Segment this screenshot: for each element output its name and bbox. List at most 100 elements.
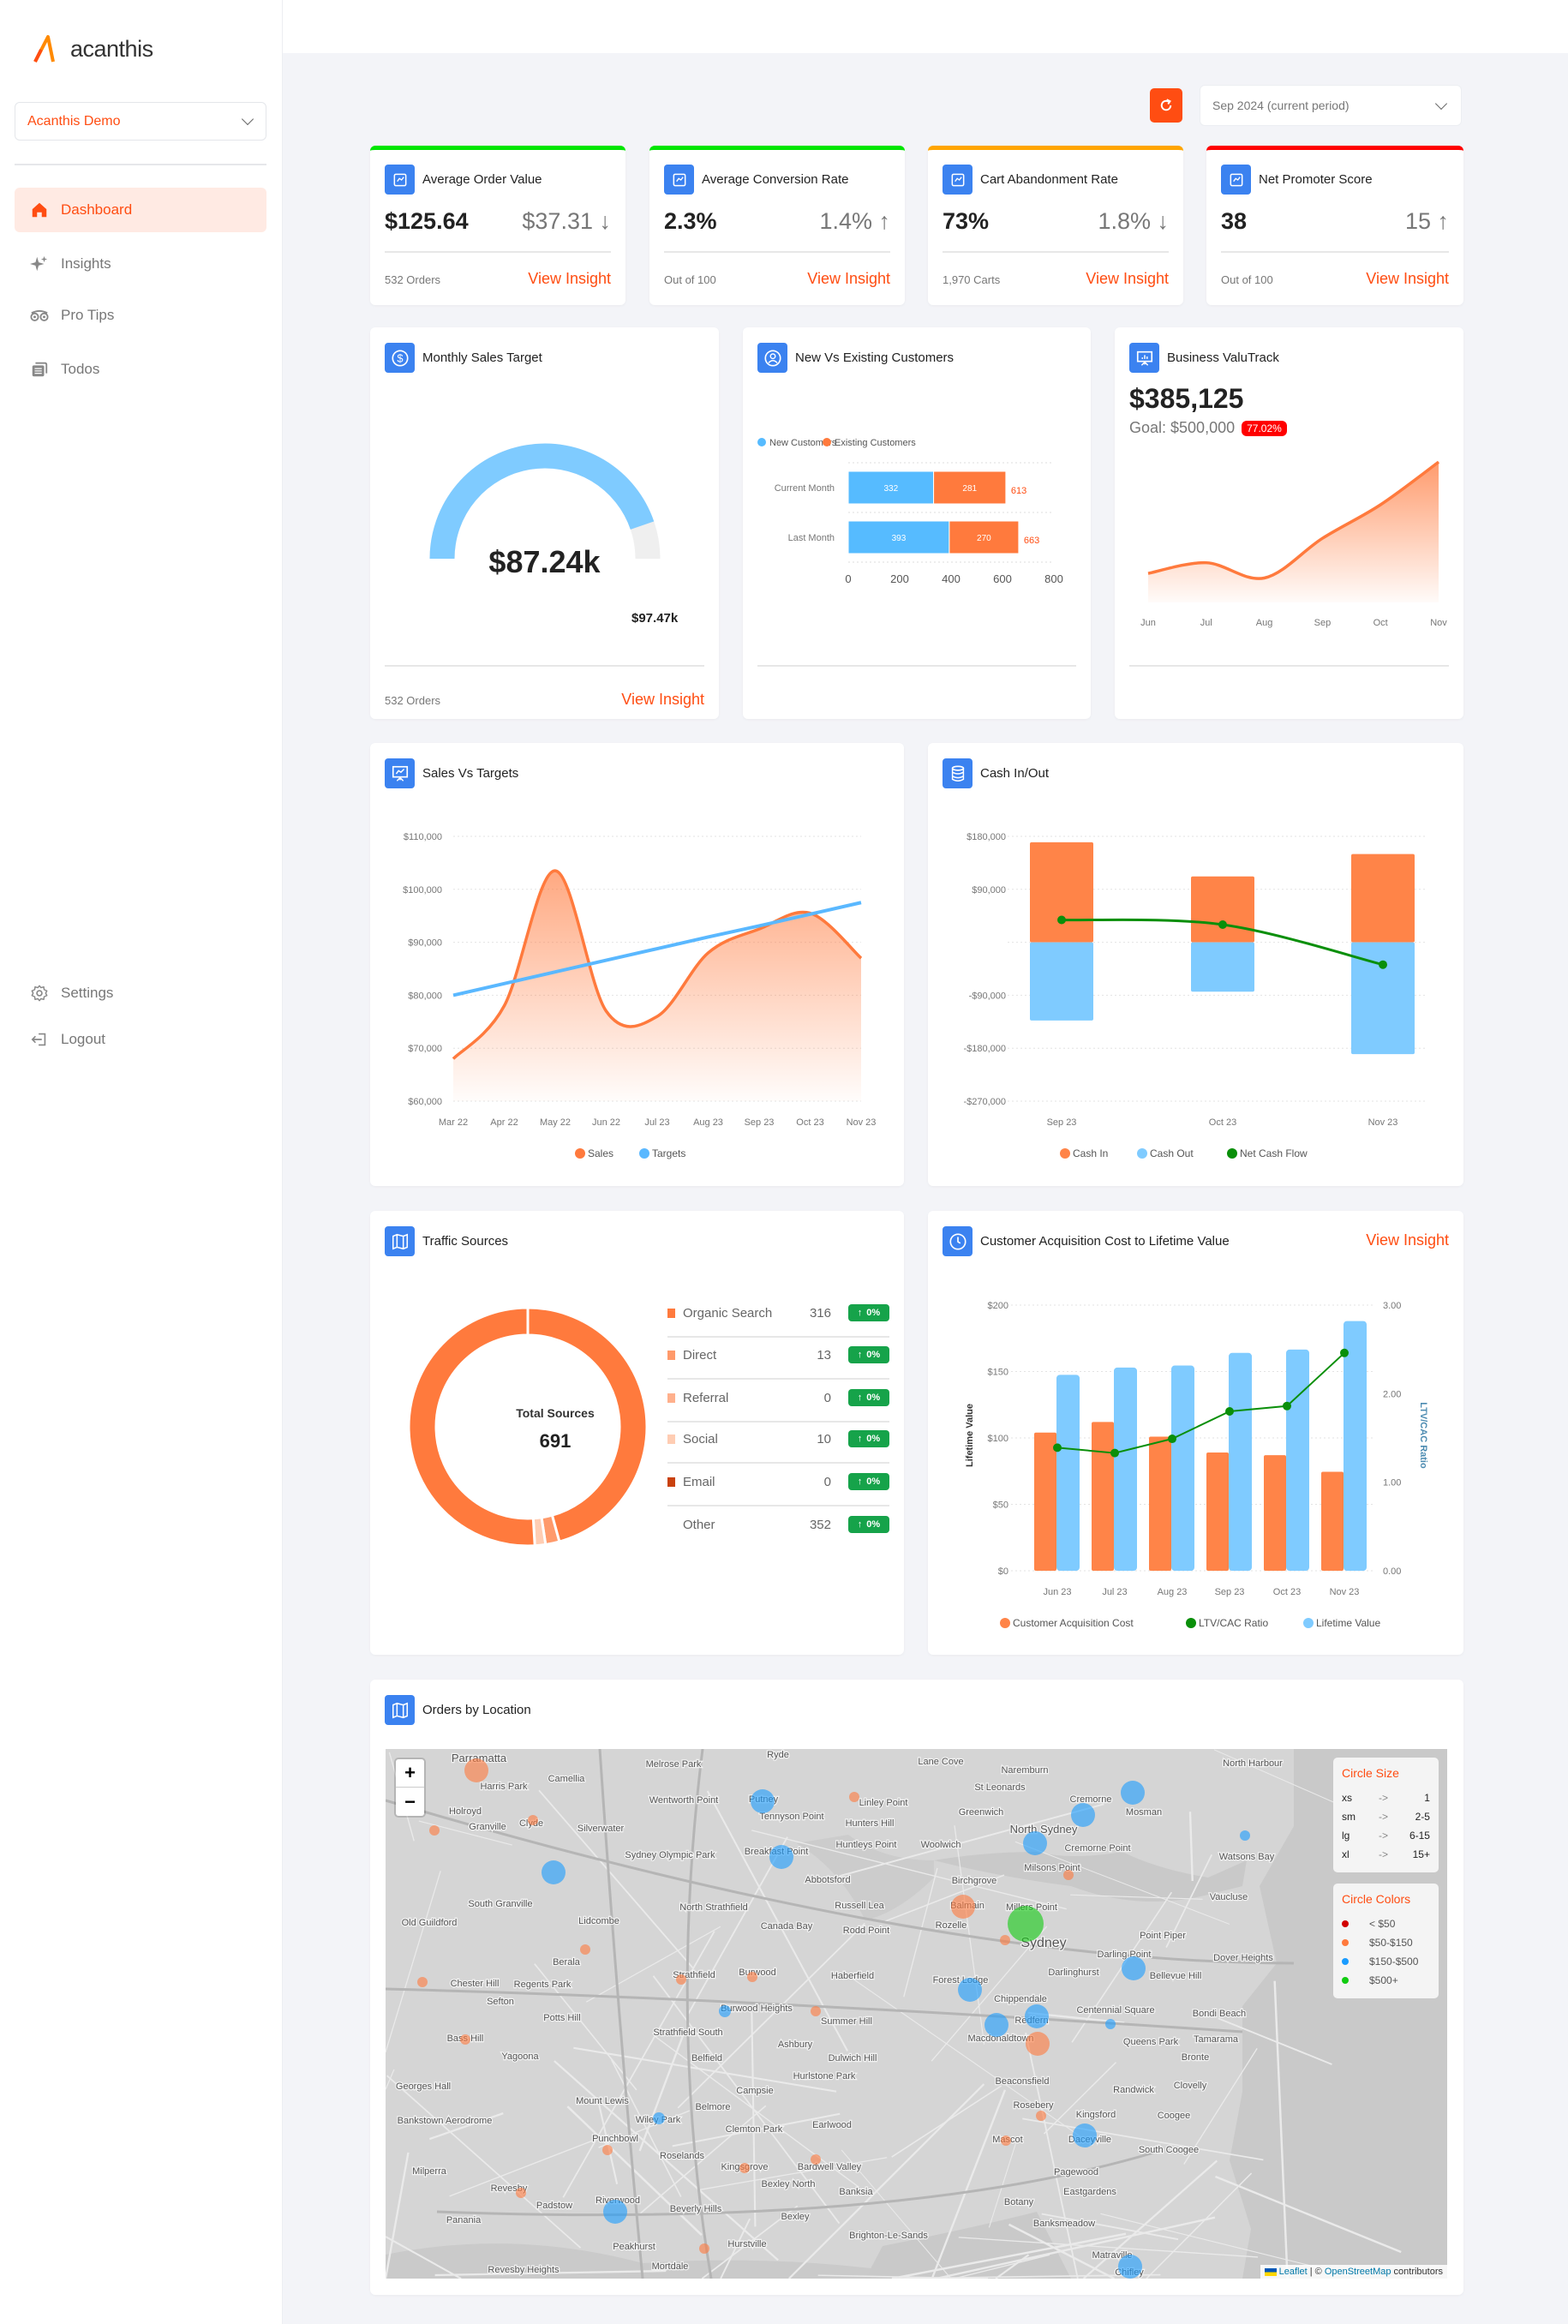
logo[interactable]: acanthis	[33, 34, 153, 63]
road	[1043, 2062, 1117, 2135]
x-tick-label: Nov 23	[1368, 1117, 1398, 1128]
order-marker[interactable]	[1036, 2111, 1046, 2121]
kpi-card: Average Conversion Rate 2.3% 1.4% ↑ Out …	[649, 146, 905, 305]
kpi-change-value: $37.31	[522, 208, 593, 234]
sidebar-item-label: Todos	[61, 361, 100, 377]
order-marker[interactable]	[1122, 1956, 1146, 1980]
order-marker[interactable]	[1118, 2255, 1142, 2279]
order-marker[interactable]	[676, 1974, 686, 1985]
ratio-point	[1110, 1448, 1119, 1458]
x-tick-label: Nov 23	[847, 1117, 877, 1128]
workspace-select[interactable]: Acanthis Demo	[15, 102, 266, 141]
legend-dot	[823, 438, 831, 446]
order-marker[interactable]	[602, 2145, 613, 2155]
traffic-source-row: Direct 13 ↑ 0%	[667, 1342, 889, 1368]
order-marker[interactable]	[747, 1972, 757, 1982]
order-marker[interactable]	[528, 1815, 538, 1825]
cash-in-bar	[1030, 842, 1093, 943]
sidebar-item-pro-tips[interactable]: Pro Tips	[15, 293, 266, 338]
source-value: 352	[809, 1517, 831, 1532]
card-divider	[757, 665, 1076, 667]
zoom-in-button[interactable]: +	[396, 1759, 424, 1788]
map-place-label: Chester Hill	[451, 1979, 500, 1989]
order-marker[interactable]	[1026, 2032, 1050, 2056]
order-marker[interactable]	[653, 2112, 665, 2124]
order-marker[interactable]	[811, 2006, 821, 2016]
order-marker[interactable]	[1023, 1831, 1047, 1855]
order-marker[interactable]	[719, 2005, 731, 2017]
sidebar-item-insights[interactable]: Insights	[15, 242, 266, 286]
sidebar-item-logout[interactable]: Logout	[15, 1017, 266, 1062]
order-marker[interactable]	[464, 1758, 488, 1782]
orders-map[interactable]: Parramatta Harris Park Camellia Melrose Par…	[386, 1749, 1447, 2279]
change-value: 0%	[866, 1308, 881, 1318]
zoom-out-button[interactable]: −	[396, 1788, 424, 1816]
map-place-label: Eastgardens	[1063, 2187, 1116, 2197]
sidebar-item-label: Logout	[61, 1031, 105, 1047]
order-marker[interactable]	[542, 1860, 566, 1884]
order-marker[interactable]	[429, 1825, 440, 1836]
card-divider	[1221, 251, 1449, 253]
osm-link[interactable]: OpenStreetMap	[1325, 2267, 1391, 2277]
order-marker[interactable]	[1071, 1803, 1095, 1827]
order-marker[interactable]	[1121, 1781, 1145, 1805]
order-marker[interactable]	[1063, 1870, 1074, 1880]
map-place-label: Padstow	[536, 2201, 572, 2211]
map-place-label: Pagewood	[1054, 2167, 1098, 2177]
refresh-icon	[1160, 99, 1172, 111]
view-insight-link[interactable]: View Insight	[621, 691, 704, 709]
refresh-button[interactable]	[1150, 88, 1182, 123]
order-marker[interactable]	[1240, 1830, 1250, 1841]
view-insight-link[interactable]: View Insight	[528, 270, 611, 288]
sidebar-item-settings[interactable]: Settings	[15, 971, 266, 1015]
ltv-bar	[1344, 1321, 1367, 1571]
order-marker[interactable]	[1001, 2135, 1011, 2146]
order-marker[interactable]	[1008, 1906, 1044, 1942]
view-insight-link[interactable]: View Insight	[1086, 270, 1169, 288]
leaflet-link[interactable]: Leaflet	[1279, 2267, 1308, 2277]
arrow-up-icon: ↑	[857, 1434, 863, 1444]
sidebar-item-todos[interactable]: Todos	[15, 347, 266, 392]
cac-ltv-chart: $0 $50 $100 $150 $200 0.00 1.00 2.00 3.00 Lifetim…	[965, 1301, 1428, 1629]
chevron-down-icon	[1434, 97, 1448, 110]
order-marker[interactable]	[984, 2013, 1008, 2037]
cash-in-bar	[1191, 876, 1254, 943]
order-marker[interactable]	[516, 2188, 526, 2198]
order-marker[interactable]	[460, 2034, 470, 2045]
road	[449, 2134, 609, 2197]
order-marker[interactable]	[1000, 1935, 1010, 1945]
trend-icon	[1221, 165, 1251, 195]
order-marker[interactable]	[699, 2243, 709, 2254]
order-marker[interactable]	[417, 1977, 428, 1987]
order-marker[interactable]	[849, 1792, 859, 1802]
map-place-label: Birchgrove	[952, 1876, 997, 1886]
x-tick-label: Jun 22	[592, 1117, 620, 1128]
color-range: $500+	[1369, 1974, 1398, 1986]
order-marker[interactable]	[769, 1845, 793, 1869]
order-marker[interactable]	[751, 1789, 775, 1813]
period-select[interactable]: Sep 2024 (current period)	[1200, 85, 1462, 126]
map-place-label: Watsons Bay	[1219, 1852, 1275, 1862]
color-dot	[1342, 1920, 1349, 1927]
order-marker[interactable]	[580, 1944, 590, 1955]
map-place-label: Granville	[469, 1822, 506, 1832]
kpi-card: Cart Abandonment Rate 73% 1.8% ↓ 1,970 C…	[928, 146, 1183, 305]
order-marker[interactable]	[958, 1978, 982, 2002]
order-marker[interactable]	[951, 1895, 975, 1919]
arrow-up-icon: ↑	[857, 1350, 863, 1360]
map-place-label: Hunters Hill	[846, 1818, 895, 1829]
x-tick-label: Jul 23	[1102, 1587, 1127, 1597]
map-place-label: Queens Park	[1123, 2037, 1179, 2047]
sidebar-item-dashboard[interactable]: Dashboard	[15, 188, 266, 232]
x-tick-label: Oct 23	[1209, 1117, 1236, 1128]
order-marker[interactable]	[739, 2163, 750, 2173]
view-insight-link[interactable]: View Insight	[1366, 270, 1449, 288]
order-marker[interactable]	[1105, 2019, 1116, 2029]
order-marker[interactable]	[603, 2200, 627, 2224]
order-marker[interactable]	[1025, 2004, 1049, 2028]
view-insight-link[interactable]: View Insight	[807, 270, 890, 288]
order-marker[interactable]	[811, 2154, 821, 2165]
map-tiles[interactable]: ParramattaHarris ParkCamelliaMelrose Par…	[386, 1749, 1447, 2279]
order-marker[interactable]	[1073, 2123, 1097, 2147]
arrow-up-icon: ↑	[857, 1476, 863, 1487]
